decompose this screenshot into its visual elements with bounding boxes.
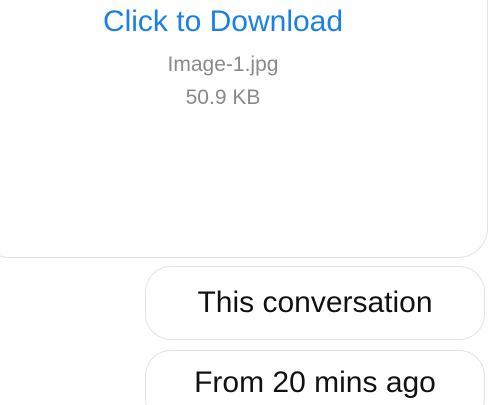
file-size: 50.9 KB xyxy=(185,86,261,109)
download-link[interactable]: Click to Download xyxy=(0,5,465,39)
time-range-chip[interactable]: From 20 mins ago xyxy=(145,350,485,405)
screen: Click to Download Image-1.jpg 50.9 KB Th… xyxy=(0,0,495,405)
this-conversation-chip[interactable]: This conversation xyxy=(145,266,485,340)
file-name: Image-1.jpg xyxy=(167,53,279,76)
attachment-card: Click to Download Image-1.jpg 50.9 KB xyxy=(0,0,488,258)
